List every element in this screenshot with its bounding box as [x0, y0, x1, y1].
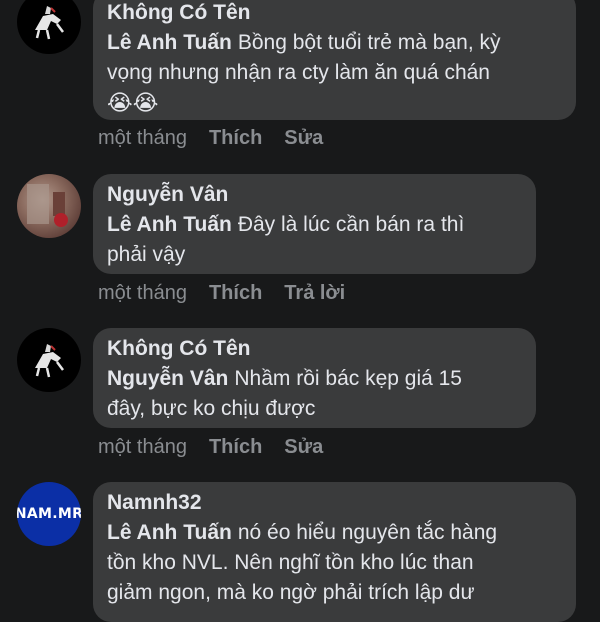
horse-rider-icon	[35, 344, 64, 378]
edit-button[interactable]: Sửa	[284, 125, 323, 151]
crying-emoji-icon: 😭😭	[107, 90, 159, 115]
mention-tag[interactable]: Lê Anh Tuấn	[107, 31, 232, 54]
comment-author[interactable]: Namnh32	[107, 488, 562, 518]
comment-text-line: Nhầm rồi bác kẹp giá 15	[234, 367, 462, 390]
like-button[interactable]: Thích	[209, 434, 262, 460]
comment-author[interactable]: Không Có Tên	[107, 334, 522, 364]
comment-bubble: Nguyễn Vân Lê Anh Tuấn Đây là lúc cần bán…	[93, 174, 536, 274]
timestamp[interactable]: một tháng	[98, 125, 187, 151]
timestamp[interactable]: một tháng	[98, 434, 187, 460]
mention-tag[interactable]: Nguyễn Vân	[107, 367, 228, 390]
horse-rider-icon	[35, 6, 64, 40]
comment-text-line: giảm ngon, mà ko ngờ phải trích lập dư	[107, 581, 475, 604]
comment-author[interactable]: Không Có Tên	[107, 0, 562, 28]
comment-text: Lê Anh Tuấn Bồng bột tuổi trẻ mà bạn, kỳ …	[107, 28, 562, 119]
avatar[interactable]	[17, 328, 81, 392]
comment-text-line: tồn kho NVL. Nên nghĩ tồn kho lúc than	[107, 551, 474, 574]
mention-tag[interactable]: Lê Anh Tuấn	[107, 521, 232, 544]
comment-bubble: Namnh32 Lê Anh Tuấn nó éo hiểu nguyên tắc…	[93, 482, 576, 622]
comment-bubble: Không Có Tên Lê Anh Tuấn Bồng bột tuổi tr…	[93, 0, 576, 120]
avatar[interactable]	[17, 0, 81, 54]
comment-text: Lê Anh Tuấn Đây là lúc cần bán ra thì phả…	[107, 210, 522, 270]
avatar[interactable]: NAM.MR	[17, 482, 81, 546]
comment-text-line: đây, bực ko chịu được	[107, 397, 316, 420]
comment-text-line: Bồng bột tuổi trẻ mà bạn, kỳ	[237, 31, 501, 54]
edit-button[interactable]: Sửa	[284, 434, 323, 460]
comment-text: Nguyễn Vân Nhầm rồi bác kẹp giá 15 đây, b…	[107, 364, 522, 424]
comment-text-line: nó éo hiểu nguyên tắc hàng	[237, 521, 498, 544]
avatar-logo-text: NAM.MR	[17, 506, 81, 522]
avatar[interactable]	[17, 174, 81, 238]
like-button[interactable]: Thích	[209, 125, 262, 151]
mention-tag[interactable]: Lê Anh Tuấn	[107, 213, 232, 236]
comment-bubble: Không Có Tên Nguyễn Vân Nhầm rồi bác kẹp …	[93, 328, 536, 428]
comment-actions: một tháng Thích Sửa	[98, 125, 323, 151]
comment-author[interactable]: Nguyễn Vân	[107, 180, 522, 210]
comment-actions: một tháng Thích Trả lời	[98, 280, 345, 306]
comment-actions: một tháng Thích Sửa	[98, 434, 323, 460]
like-button[interactable]: Thích	[209, 280, 262, 306]
comment-text-line: phải vậy	[107, 243, 186, 266]
user-photo-icon	[27, 184, 68, 227]
timestamp[interactable]: một tháng	[98, 280, 187, 306]
comment-text-line: vọng nhưng nhận ra cty làm ăn quá chán	[107, 61, 490, 84]
reply-button[interactable]: Trả lời	[284, 280, 345, 306]
comment-text-line: Đây là lúc cần bán ra thì	[237, 213, 465, 236]
comment-text: Lê Anh Tuấn nó éo hiểu nguyên tắc hàng tồ…	[107, 518, 562, 608]
